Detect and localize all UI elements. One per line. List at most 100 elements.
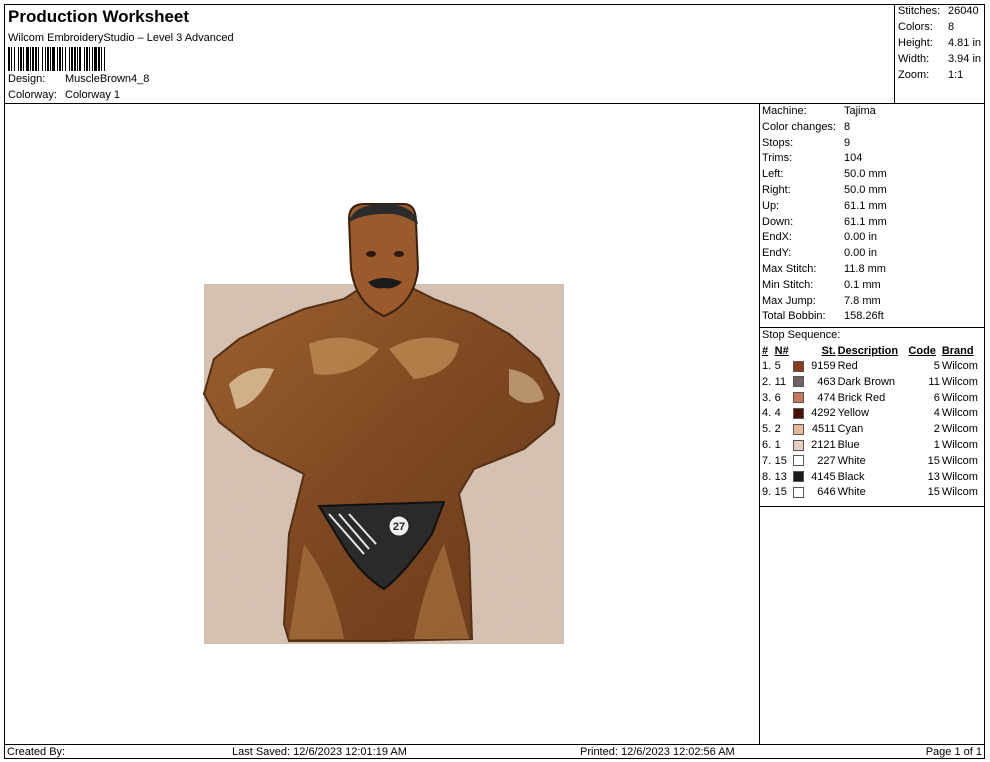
cell-description: Black: [837, 470, 865, 483]
colorway-row: Colorway: Colorway 1: [8, 89, 120, 101]
cell-brand: Wilcom: [941, 454, 978, 467]
trunks-number: 27: [393, 521, 405, 533]
table-row: 3. 6 474 Brick Red 6 Wilcom: [761, 390, 984, 406]
cell-description: White: [837, 454, 866, 467]
stats-panel: Stitches: 26040 Colors: 8 Height: 4.81 in W…: [895, 4, 985, 104]
cell-brand: Wilcom: [941, 375, 978, 388]
color-swatch: [792, 376, 804, 388]
printed-date: Printed: 12/6/2023 12:02:56 AM: [580, 746, 735, 758]
property-value: 8: [844, 120, 851, 133]
properties-panel: Machine: Tajima Color changes: 8 Stops: 9 Trim…: [760, 104, 985, 508]
property-value: 50.0 mm: [844, 183, 887, 196]
barcode-bar: [105, 47, 106, 71]
cell-brand: Wilcom: [941, 486, 978, 499]
property-label: Stops:: [762, 136, 794, 149]
design-value: MuscleBrown4_8: [65, 73, 150, 85]
cell-code: 11: [928, 375, 940, 388]
property-list: Machine: Tajima Color changes: 8 Stops: 9 Trim…: [760, 104, 985, 325]
cell-description: Brick Red: [837, 391, 886, 404]
property-value: Tajima: [844, 105, 876, 117]
property-row: EndY: 0.00 in: [760, 246, 985, 262]
design-label: Design:: [8, 73, 46, 85]
cell-num: 2.: [762, 375, 772, 388]
cell-n: 6: [774, 391, 781, 404]
cell-num: 3.: [762, 391, 772, 404]
color-swatch: [792, 487, 804, 499]
created-by: Created By:: [7, 746, 66, 758]
table-row: 5. 2 4511 Cyan 2 Wilcom: [761, 421, 984, 437]
cell-brand: Wilcom: [941, 423, 978, 436]
table-row: 8. 13 4145 Black 13 Wilcom: [761, 469, 984, 485]
stat-value: 3.94 in: [948, 53, 982, 65]
stat-label: Zoom:: [898, 69, 930, 81]
barcode: [8, 47, 213, 71]
property-label: Up:: [762, 199, 780, 212]
property-row: EndX: 0.00 in: [760, 230, 985, 246]
cell-description: Red: [837, 360, 858, 373]
property-row: Color changes: 8: [760, 120, 985, 136]
stat-zoom: Zoom: 1:1: [898, 69, 963, 81]
cell-num: 1.: [762, 360, 772, 373]
cell-brand: Wilcom: [941, 391, 978, 404]
color-swatch: [792, 408, 804, 420]
color-swatch-cell: [792, 485, 807, 501]
table-row: 9. 15 646 White 15 Wilcom: [761, 485, 984, 501]
color-swatch: [792, 392, 804, 404]
table-row: 6. 1 2121 Blue 1 Wilcom: [761, 437, 984, 453]
cell-num: 7.: [762, 454, 772, 467]
col-header-num: #: [762, 344, 769, 357]
table-row: 2. 11 463 Dark Brown 11 Wilcom: [761, 374, 984, 390]
stat-value: 1:1: [948, 69, 964, 81]
cell-n: 1: [774, 439, 781, 452]
property-value: 9: [844, 136, 851, 149]
cell-num: 5.: [762, 423, 772, 436]
col-header-n: N#: [774, 344, 789, 357]
cell-description: Cyan: [837, 423, 864, 436]
property-value: 7.8 mm: [844, 294, 881, 307]
property-row: Total Bobbin: 158.26ft: [760, 309, 985, 325]
page-title: Production Worksheet: [8, 7, 190, 26]
worksheet-header: Production Worksheet Wilcom EmbroiderySt…: [4, 4, 895, 104]
design-row: Design: MuscleBrown4_8: [8, 73, 149, 85]
cell-code: 6: [933, 391, 940, 404]
color-swatch: [792, 455, 804, 467]
cell-description: Dark Brown: [837, 375, 896, 388]
cell-description: White: [837, 486, 866, 499]
divider: [760, 500, 985, 508]
stop-sequence-body: 1. 5 9159 Red 5 Wilcom 2. 11 463 Dark Brown 11 Wilc…: [761, 358, 984, 500]
property-value: 0.1 mm: [844, 278, 881, 291]
cell-code: 15: [927, 454, 940, 467]
cell-n: 15: [774, 486, 787, 499]
property-row: Machine: Tajima: [760, 104, 985, 120]
color-swatch: [792, 360, 804, 372]
cell-st: 9159: [811, 360, 836, 373]
property-label: Machine:: [762, 105, 807, 117]
stop-sequence-table: # N# St. Description Code Brand 1. 5 9159 R…: [761, 343, 984, 500]
cell-st: 463: [817, 375, 836, 388]
stat-label: Colors:: [898, 21, 933, 33]
cell-st: 4511: [811, 423, 836, 436]
property-row: Right: 50.0 mm: [760, 183, 985, 199]
stat-stitches: Stitches: 26040: [898, 5, 979, 17]
stat-label: Height:: [898, 37, 933, 49]
cell-st: 4145: [811, 470, 836, 483]
colorway-label: Colorway:: [8, 89, 57, 101]
cell-n: 15: [774, 454, 787, 467]
stat-height: Height: 4.81 in: [898, 37, 981, 49]
cell-num: 9.: [762, 486, 772, 499]
property-row: Stops: 9: [760, 136, 985, 152]
property-value: 158.26ft: [844, 310, 884, 323]
cell-code: 4: [933, 407, 940, 420]
table-row: 4. 4 4292 Yellow 4 Wilcom: [761, 406, 984, 422]
color-swatch-cell: [792, 469, 807, 485]
cell-n: 13: [774, 470, 787, 483]
cell-n: 2: [774, 423, 781, 436]
property-value: 0.00 in: [844, 247, 878, 260]
property-row: Min Stitch: 0.1 mm: [760, 278, 985, 294]
col-header-swatch: [792, 343, 807, 358]
property-row: Max Stitch: 11.8 mm: [760, 262, 985, 278]
cell-brand: Wilcom: [941, 407, 978, 420]
property-value: 61.1 mm: [844, 199, 887, 212]
stop-sequence-title: Stop Sequence:: [760, 327, 985, 343]
property-value: 0.00 in: [844, 231, 878, 244]
